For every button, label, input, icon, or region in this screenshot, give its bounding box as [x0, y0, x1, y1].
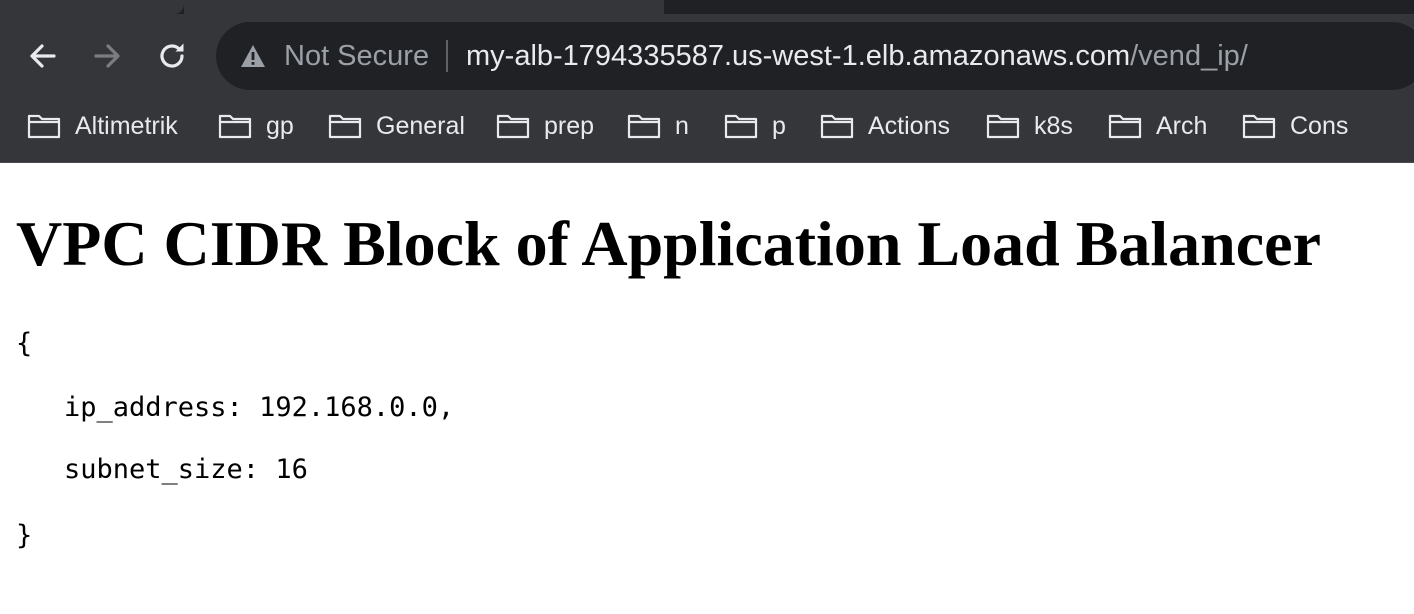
folder-icon [627, 114, 661, 139]
back-arrow-icon [30, 44, 56, 68]
forward-arrow-icon [94, 44, 120, 68]
bookmark-gp[interactable]: gp [218, 110, 294, 142]
bookmark-prep[interactable]: prep [496, 110, 594, 142]
bookmark-label: Actions [868, 112, 950, 140]
bookmark-label: General [376, 112, 465, 140]
bookmark-altimetrik[interactable]: Altimetrik [27, 110, 178, 142]
bookmark-label: prep [544, 112, 595, 140]
folder-icon [1108, 114, 1142, 139]
tab-active[interactable] [184, 0, 664, 14]
folder-icon [218, 114, 252, 139]
folder-icon [27, 114, 61, 139]
ip-address-line: ip_address: 192.168.0.0, [64, 392, 455, 423]
folder-icon [724, 114, 758, 139]
bookmark-label: Altimetrik [75, 112, 178, 140]
tab-left[interactable] [0, 0, 184, 14]
bookmark-label: n [675, 112, 689, 140]
url-path: /vend_ip/ [1130, 40, 1248, 72]
page-content: VPC CIDR Block of Application Load Balan… [0, 164, 1414, 614]
url-host: my-alb-1794335587.us-west-1.elb.amazonaw… [466, 40, 1131, 72]
bookmark-k8s[interactable]: k8s [986, 110, 1073, 142]
json-open-brace: { [16, 328, 33, 359]
omnibox-divider [446, 40, 448, 72]
bookmark-p[interactable]: p [724, 110, 786, 142]
tab-right[interactable] [664, 0, 1414, 14]
folder-icon [820, 114, 854, 139]
folder-icon [1242, 114, 1276, 139]
reload-button[interactable] [154, 38, 190, 74]
bookmark-label: Arch [1156, 112, 1208, 140]
bookmark-arch[interactable]: Arch [1108, 110, 1207, 142]
bookmark-general[interactable]: General [328, 110, 465, 142]
bookmark-label: gp [266, 112, 294, 140]
bookmark-cons[interactable]: Cons [1242, 110, 1348, 142]
bookmark-actions[interactable]: Actions [820, 110, 950, 142]
json-close-brace: } [16, 520, 33, 551]
bookmark-label: k8s [1034, 112, 1073, 140]
back-button[interactable] [25, 38, 61, 74]
bookmarks-bar: Altimetrik gp General prep n p Actions k… [0, 98, 1414, 163]
bookmark-label: Cons [1290, 112, 1349, 140]
folder-icon [328, 114, 362, 139]
url-text[interactable]: my-alb-1794335587.us-west-1.elb.amazonaw… [466, 39, 1248, 73]
subnet-size-line: subnet_size: 16 [64, 454, 308, 485]
browser-chrome: Not Secure my-alb-1794335587.us-west-1.e… [0, 0, 1414, 163]
address-bar[interactable]: Not Secure my-alb-1794335587.us-west-1.e… [216, 22, 1414, 90]
reload-icon [160, 43, 184, 68]
tab-strip [0, 0, 1414, 14]
warning-icon[interactable] [240, 43, 266, 69]
folder-icon [496, 114, 530, 139]
forward-button[interactable] [89, 38, 125, 74]
bookmark-n[interactable]: n [627, 110, 689, 142]
folder-icon [986, 114, 1020, 139]
page-title: VPC CIDR Block of Application Load Balan… [16, 208, 1321, 279]
bookmark-label: p [772, 112, 786, 140]
toolbar: Not Secure my-alb-1794335587.us-west-1.e… [0, 14, 1414, 98]
security-status[interactable]: Not Secure [284, 39, 429, 73]
